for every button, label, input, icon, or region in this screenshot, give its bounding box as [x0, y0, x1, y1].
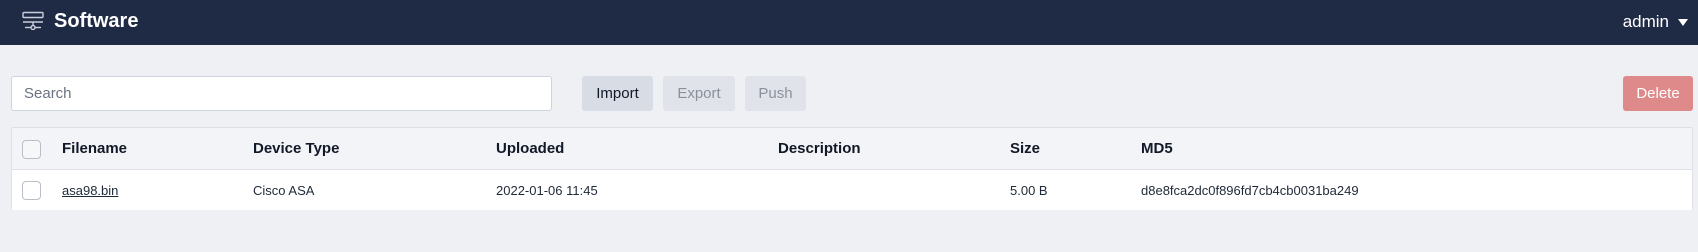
search-input[interactable] [11, 76, 552, 111]
import-button[interactable]: Import [582, 76, 653, 111]
uploaded-cell: 2022-01-06 11:45 [496, 183, 598, 198]
column-header-device-type[interactable]: Device Type [253, 140, 339, 157]
push-button[interactable]: Push [745, 76, 806, 111]
size-cell: 5.00 B [1010, 183, 1048, 198]
user-name: admin [1622, 12, 1669, 31]
table-row[interactable]: asa98.bin Cisco ASA 2022-01-06 11:45 5.0… [12, 170, 1692, 210]
select-all-checkbox[interactable] [22, 140, 41, 159]
md5-cell: d8e8fca2dc0f896fd7cb4cb0031ba249 [1141, 183, 1359, 198]
table-header: Filename Device Type Uploaded Descriptio… [12, 128, 1692, 170]
column-header-size[interactable]: Size [1010, 140, 1040, 157]
column-header-description[interactable]: Description [778, 140, 861, 157]
server-settings-icon [22, 11, 44, 30]
top-navbar: Software admin [0, 0, 1698, 45]
delete-button[interactable]: Delete [1623, 76, 1693, 111]
device-type-cell: Cisco ASA [253, 183, 315, 198]
user-menu[interactable]: admin [1623, 12, 1688, 32]
software-table: Filename Device Type Uploaded Descriptio… [11, 127, 1693, 210]
column-header-md5[interactable]: MD5 [1141, 140, 1173, 157]
export-button[interactable]: Export [663, 76, 735, 111]
filename-link[interactable]: asa98.bin [62, 183, 118, 198]
page-title: Software [54, 10, 139, 32]
caret-down-icon [1678, 18, 1688, 26]
column-header-filename[interactable]: Filename [62, 140, 127, 157]
column-header-uploaded[interactable]: Uploaded [496, 140, 564, 157]
row-checkbox[interactable] [22, 181, 41, 200]
